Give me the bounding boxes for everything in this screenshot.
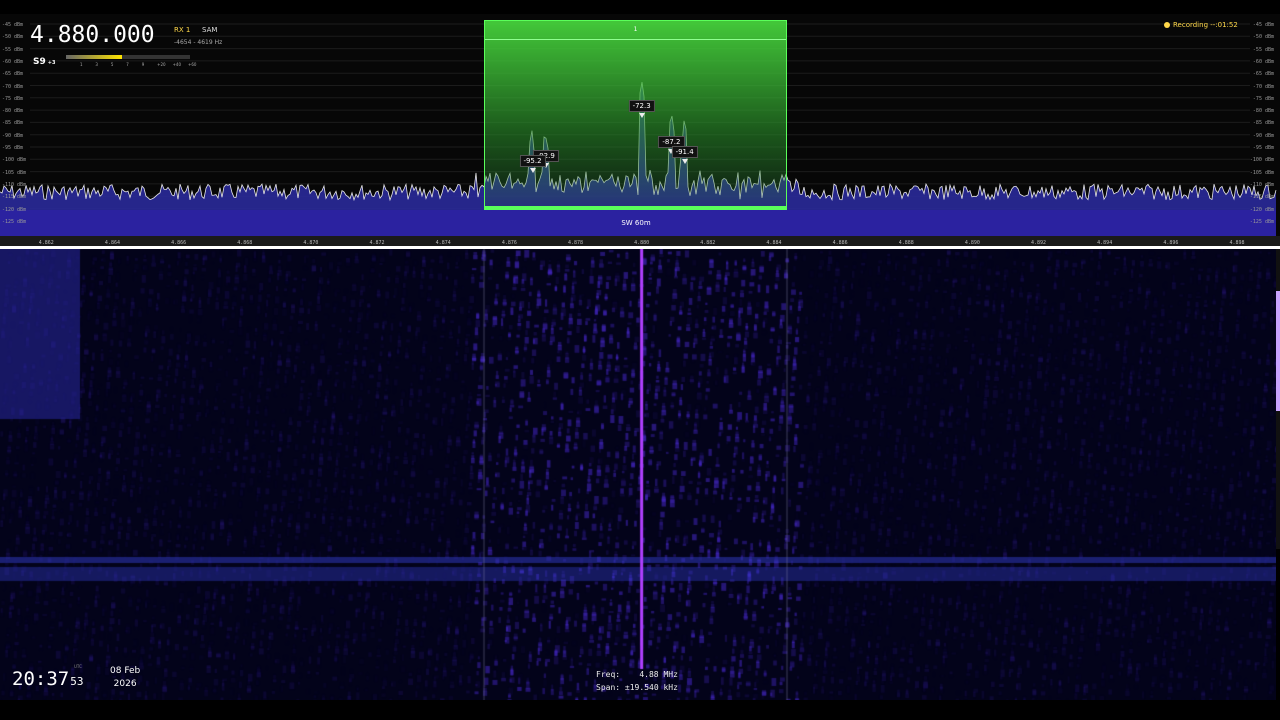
db-scale-label: -55 dBm	[2, 46, 24, 53]
db-scale-label: -95 dBm	[2, 145, 24, 151]
s-meter-bar	[66, 55, 190, 59]
db-scale-label: -115 dBm	[1249, 194, 1274, 201]
passband-filter[interactable]: 1	[484, 20, 787, 210]
bandwidth-label: -4654 - 4619 Hz	[174, 39, 223, 46]
db-scale-label: -90 dBm	[2, 132, 24, 139]
db-scale-label: -45 dBm	[2, 22, 24, 28]
db-scale-label: -95 dBm	[1252, 145, 1274, 151]
s-meter-tick: +40	[172, 62, 182, 67]
passband-bottom-edge[interactable]	[485, 206, 786, 209]
peak-arrow-icon	[638, 113, 645, 119]
db-scale-label: -120 dBm	[1249, 206, 1274, 213]
span-info-label: Span:	[596, 683, 621, 692]
clock-time: 20:3753	[12, 668, 84, 690]
span-info-value: ±19.540 kHz	[624, 683, 678, 692]
s-meter-fill	[66, 55, 122, 59]
db-scale-label: -70 dBm	[1252, 83, 1274, 90]
freq-info-label: Freq:	[596, 670, 621, 679]
waterfall-display[interactable]	[0, 249, 1276, 700]
s-meter-tick: 5	[110, 62, 114, 67]
s-meter-tick: 3	[95, 62, 98, 67]
recording-label: Recording --:01:52	[1173, 21, 1238, 29]
recording-indicator[interactable]: Recording --:01:52	[1164, 21, 1238, 29]
db-scale-label: -120 dBm	[2, 206, 27, 213]
db-scale-label: -80 dBm	[2, 108, 24, 115]
s-meter-tick: +60	[188, 62, 197, 67]
db-scale-label: -60 dBm	[1252, 58, 1274, 65]
clock-date: 08 Feb 2026	[110, 665, 140, 691]
db-scale-label: -65 dBm	[1252, 71, 1274, 78]
rx-label: RX 1	[174, 26, 191, 34]
db-scale-label: -55 dBm	[1252, 46, 1274, 53]
db-scale-label: -85 dBm	[1252, 120, 1274, 127]
db-scale-label: -85 dBm	[2, 120, 24, 127]
band-label: SW 60m	[621, 219, 651, 227]
db-scale-label: -70 dBm	[2, 83, 24, 90]
db-scale-label: -75 dBm	[1252, 95, 1274, 102]
passband-header[interactable]: 1	[485, 21, 786, 40]
db-scale-label: -90 dBm	[1252, 132, 1274, 139]
peak-label: -72.3	[628, 100, 655, 113]
db-scale-label: -105 dBm	[1249, 169, 1274, 176]
s-meter-value: S9 +3	[33, 57, 56, 67]
db-scale-label: -100 dBm	[1249, 157, 1274, 164]
peak-label: -95.2	[519, 155, 546, 168]
freq-info-value: 4.88 MHz	[639, 670, 678, 679]
db-scale-label: -65 dBm	[2, 71, 24, 78]
db-scale-label: -115 dBm	[2, 194, 27, 201]
record-icon	[1164, 22, 1170, 28]
s-meter-tick: 9	[141, 62, 145, 67]
freq-info-box: Freq: 4.88 MHz Span: ±19.540 kHz	[596, 668, 678, 694]
peak-arrow-icon	[529, 168, 536, 174]
db-scale-label: -60 dBm	[2, 58, 24, 65]
bottom-bar	[0, 700, 1280, 720]
clock-seconds: 53	[70, 675, 84, 688]
mode-label[interactable]: SAM	[202, 26, 217, 34]
db-scale-label: -50 dBm	[1252, 34, 1274, 41]
db-scale-label: -45 dBm	[1252, 22, 1274, 28]
s-meter-tick: 1	[80, 62, 83, 67]
db-scale-label: -50 dBm	[2, 34, 24, 41]
peak-label: -91.4	[671, 145, 698, 158]
db-scale-label: -125 dBm	[2, 218, 27, 225]
clock-timezone: UTC	[74, 664, 82, 669]
passband-marker: 1	[633, 26, 638, 33]
clock-day-month: 08 Feb	[110, 666, 141, 676]
db-scale-label: -110 dBm	[1249, 181, 1274, 188]
waterfall-scrollbar[interactable]	[1276, 249, 1280, 549]
db-scale-label: -110 dBm	[2, 181, 27, 188]
db-scale-label: -125 dBm	[1249, 218, 1274, 225]
db-scale-label: -105 dBm	[2, 169, 27, 176]
waterfall-canvas[interactable]	[0, 249, 1276, 700]
db-scale-label: -100 dBm	[2, 157, 27, 164]
frequency-readout[interactable]: 4.880.000	[30, 22, 155, 48]
db-scale-label: -75 dBm	[2, 95, 24, 102]
waterfall-scroll-thumb[interactable]	[1276, 291, 1280, 411]
s-meter-tick: +20	[157, 62, 166, 67]
db-scale-label: -80 dBm	[1252, 108, 1274, 115]
peak-arrow-icon	[681, 158, 688, 164]
s-meter-tick: 7	[126, 62, 129, 67]
clock-year: 2026	[113, 679, 137, 689]
s-meter-scale: 1 3 5 7 9 +20 +40 +60	[80, 62, 196, 68]
